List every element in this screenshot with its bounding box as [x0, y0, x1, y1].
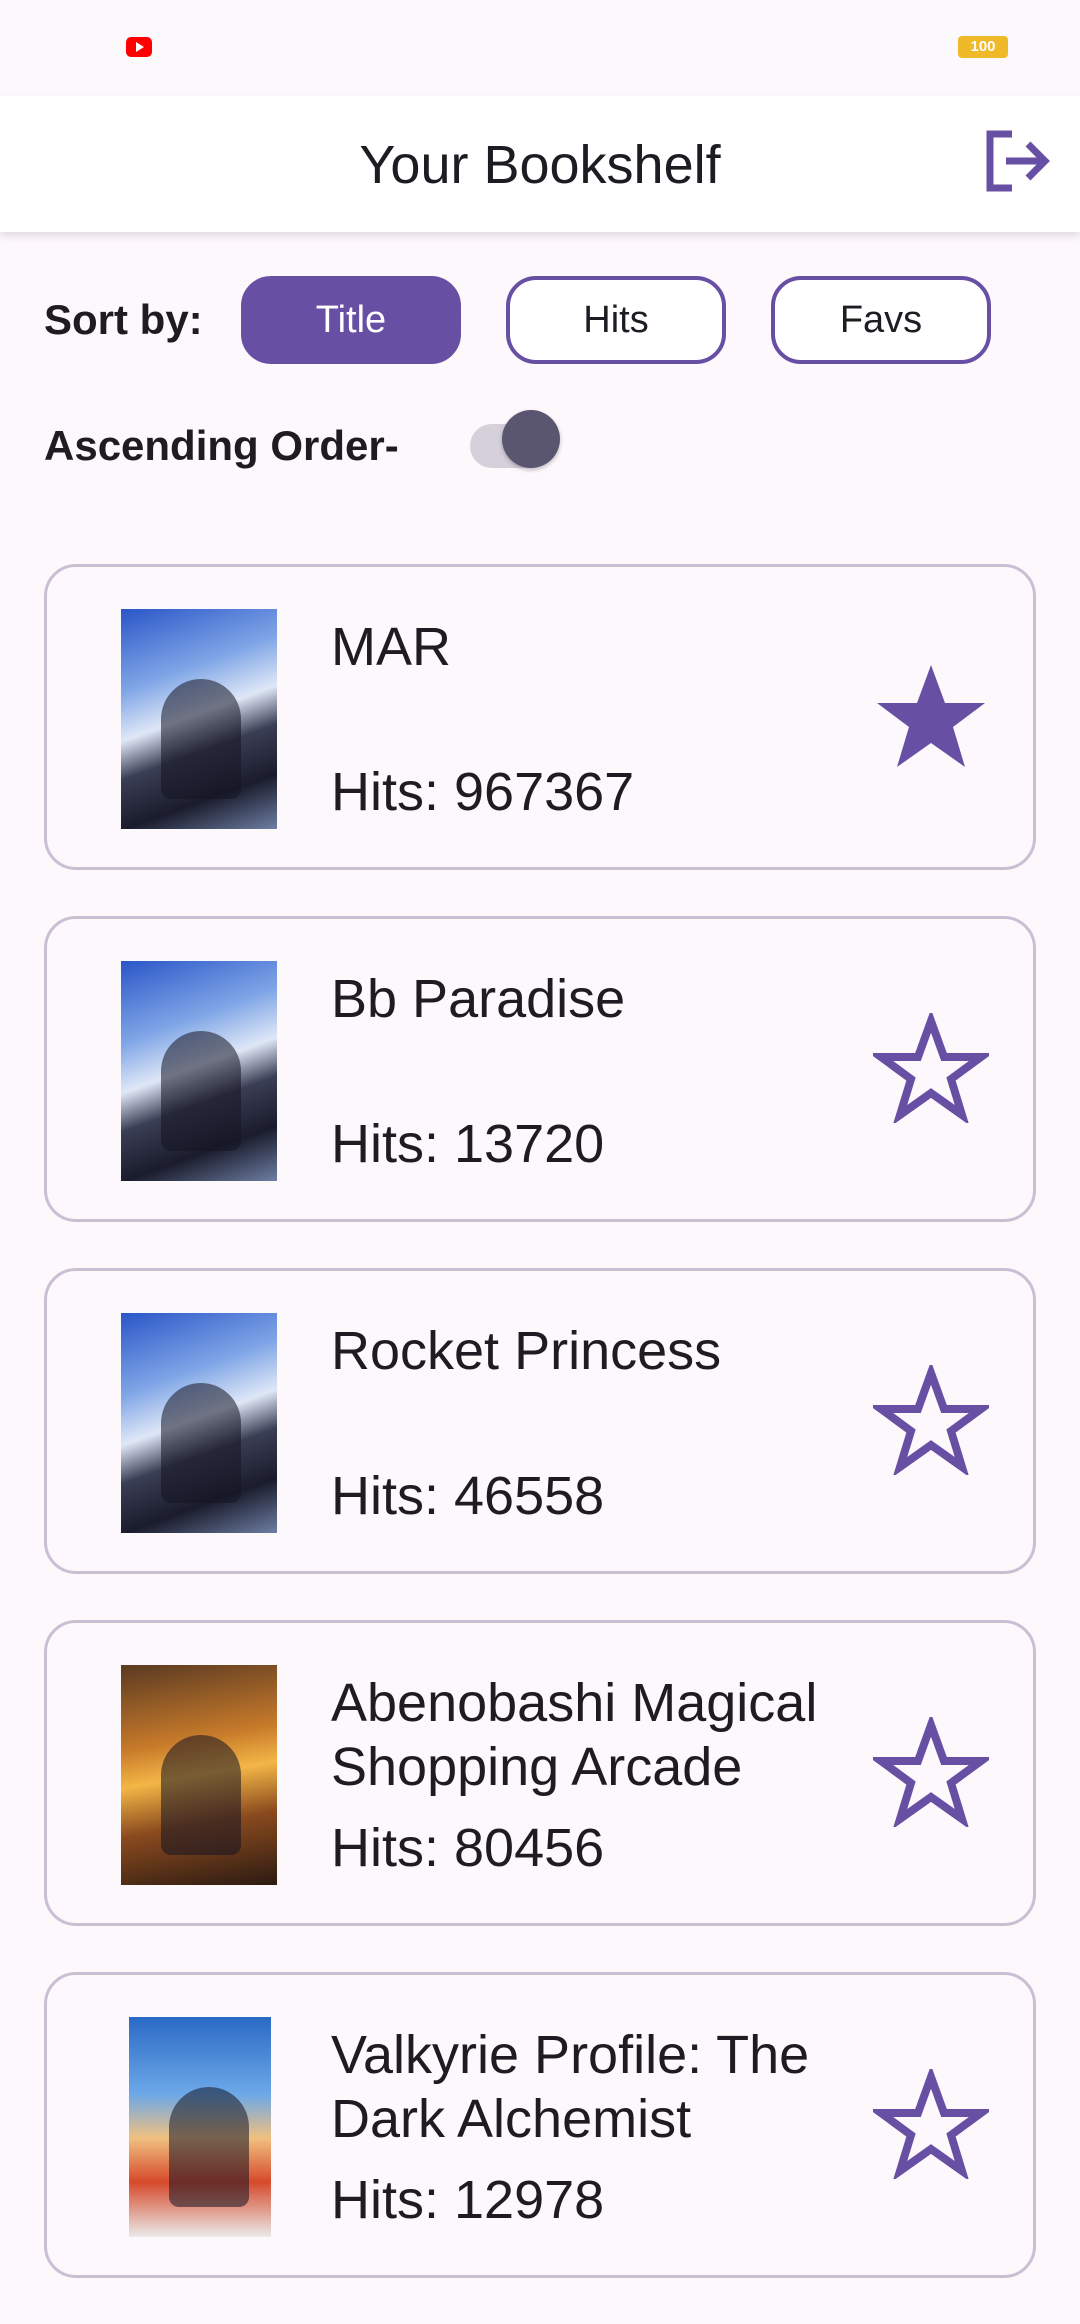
book-card[interactable]: Bb Paradise Hits: 13720: [44, 916, 1036, 1222]
book-cover: [121, 1665, 277, 1885]
battery-indicator: 100: [958, 36, 1008, 58]
page-title: Your Bookshelf: [359, 135, 721, 195]
book-cover: [129, 2017, 271, 2237]
star-outline-icon[interactable]: [873, 2069, 989, 2179]
book-card[interactable]: MAR Hits: 967367: [44, 564, 1036, 870]
book-cover: [121, 961, 277, 1181]
sort-hits-button[interactable]: Hits: [506, 276, 726, 364]
book-hits: Hits: 13720: [331, 1114, 605, 1174]
cover-figure: [161, 1735, 241, 1855]
logout-icon[interactable]: [982, 128, 1052, 194]
book-title: Abenobashi Magical Shopping Arcade: [331, 1673, 818, 1797]
book-hits: Hits: 46558: [331, 1466, 605, 1526]
app-bar: Your Bookshelf: [0, 96, 1080, 232]
cover-figure: [169, 2087, 249, 2207]
sort-title-button[interactable]: Title: [241, 276, 461, 364]
toggle-thumb[interactable]: [502, 410, 560, 468]
book-hits: Hits: 967367: [331, 762, 635, 822]
book-card[interactable]: Abenobashi Magical Shopping Arcade Hits:…: [44, 1620, 1036, 1926]
order-controls: Ascending Order-: [44, 410, 644, 480]
star-outline-icon[interactable]: [873, 1717, 989, 1827]
sort-controls: Sort by: Title Hits Favs: [44, 276, 1044, 364]
star-outline-icon[interactable]: [873, 1365, 989, 1475]
sort-favs-button[interactable]: Favs: [771, 276, 991, 364]
book-title: Bb Paradise: [331, 969, 626, 1029]
youtube-notification-icon: [126, 37, 152, 57]
status-bar: 100: [0, 0, 1080, 96]
book-hits: Hits: 80456: [331, 1818, 605, 1878]
book-title: MAR: [331, 617, 451, 677]
book-cover: [121, 1313, 277, 1533]
book-title: Rocket Princess: [331, 1321, 722, 1381]
book-card[interactable]: Rocket Princess Hits: 46558: [44, 1268, 1036, 1574]
book-hits: Hits: 12978: [331, 2170, 605, 2230]
ascending-order-label: Ascending Order-: [44, 422, 399, 469]
cover-figure: [161, 1031, 241, 1151]
sort-label: Sort by:: [44, 296, 203, 343]
book-card[interactable]: Valkyrie Profile: The Dark Alchemist Hit…: [44, 1972, 1036, 2278]
book-title: Valkyrie Profile: The Dark Alchemist: [331, 2025, 810, 2149]
cover-figure: [161, 1383, 241, 1503]
cover-figure: [161, 679, 241, 799]
star-filled-icon[interactable]: [873, 661, 989, 771]
star-outline-icon[interactable]: [873, 1013, 989, 1123]
book-list: MAR Hits: 967367 Bb Paradise Hits: 13720…: [44, 564, 1036, 2324]
book-cover: [121, 609, 277, 829]
